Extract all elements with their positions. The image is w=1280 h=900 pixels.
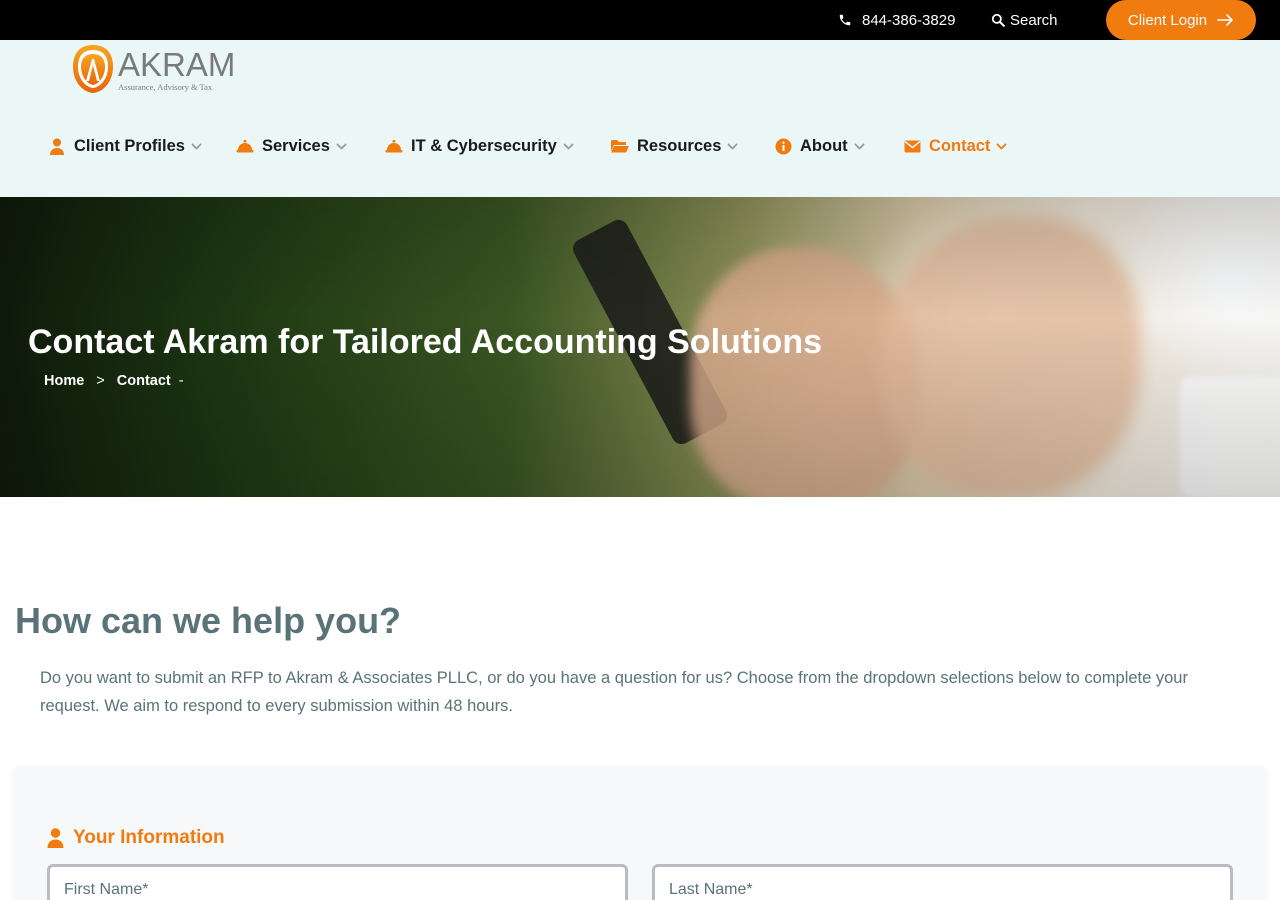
chevron-down-icon bbox=[996, 142, 1008, 150]
phone-number: 844-386-3829 bbox=[862, 11, 956, 29]
akram-logo[interactable]: AKRAM Assurance, Advisory & Tax bbox=[70, 42, 235, 97]
nav-item-it-cybersecurity[interactable]: IT & Cybersecurity bbox=[385, 134, 574, 158]
chevron-down-icon bbox=[336, 142, 347, 150]
your-information-heading: Your Information bbox=[47, 827, 225, 849]
logo-wordmark: AKRAM bbox=[118, 46, 236, 83]
breadcrumb-trailing-separator: - bbox=[178, 373, 184, 389]
chevron-down-icon bbox=[563, 142, 574, 150]
first-name-field[interactable] bbox=[47, 864, 628, 900]
client-login-button[interactable]: Client Login bbox=[1106, 0, 1256, 40]
nav-label-contact: Contact bbox=[929, 136, 991, 155]
nav-item-contact[interactable]: Contact bbox=[903, 134, 1008, 158]
search-icon bbox=[991, 13, 1005, 27]
your-information-label: Your Information bbox=[73, 827, 225, 848]
phone-icon bbox=[839, 14, 851, 26]
nav-item-about[interactable]: About bbox=[774, 134, 865, 158]
top-bar: 844-386-3829 Search Client Login bbox=[0, 0, 1280, 40]
bell-icon bbox=[385, 137, 403, 155]
nav-label-client-profiles: Client Profiles bbox=[74, 136, 185, 155]
chevron-down-icon bbox=[727, 142, 738, 150]
arrow-right-icon bbox=[1217, 14, 1233, 26]
nav-label-it-cybersecurity: IT & Cybersecurity bbox=[411, 136, 557, 155]
client-login-label: Client Login bbox=[1127, 11, 1208, 29]
help-heading: How can we help you? bbox=[15, 600, 402, 641]
logo-mark-icon bbox=[73, 45, 113, 93]
nav-item-services[interactable]: Services bbox=[236, 134, 347, 158]
site-header: AKRAM Assurance, Advisory & Tax Client P… bbox=[0, 40, 1280, 197]
folder-open-icon bbox=[609, 137, 629, 155]
chevron-down-icon bbox=[854, 142, 865, 150]
phone-link[interactable]: 844-386-3829 bbox=[838, 11, 955, 29]
breadcrumb-home[interactable]: Home bbox=[44, 373, 84, 389]
help-intro-text: Do you want to submit an RFP to Akram & … bbox=[40, 669, 1188, 715]
page-title: Contact Akram for Tailored Accounting So… bbox=[28, 323, 823, 361]
search-label: Search bbox=[1010, 11, 1058, 29]
nav-item-client-profiles[interactable]: Client Profiles bbox=[48, 134, 202, 158]
breadcrumb: Home > Contact - bbox=[44, 373, 184, 389]
last-name-field[interactable] bbox=[652, 864, 1233, 900]
bell-icon bbox=[236, 137, 254, 155]
hero-banner: Contact Akram for Tailored Accounting So… bbox=[0, 197, 1280, 497]
logo-tagline: Assurance, Advisory & Tax bbox=[118, 82, 213, 92]
first-name-input[interactable] bbox=[64, 881, 582, 899]
main-nav: Client Profiles Services IT & Cybersecur… bbox=[0, 134, 1280, 158]
user-icon bbox=[47, 828, 64, 848]
nav-label-resources: Resources bbox=[637, 136, 722, 155]
breadcrumb-contact: Contact bbox=[116, 373, 171, 389]
last-name-input[interactable] bbox=[669, 881, 1187, 899]
envelope-icon bbox=[903, 137, 921, 155]
info-icon bbox=[774, 137, 792, 155]
nav-label-about: About bbox=[800, 136, 848, 155]
nav-item-resources[interactable]: Resources bbox=[609, 134, 738, 158]
breadcrumb-separator: > bbox=[96, 373, 105, 389]
user-icon bbox=[48, 137, 66, 155]
nav-label-services: Services bbox=[262, 136, 330, 155]
chevron-down-icon bbox=[191, 142, 202, 150]
search-link[interactable]: Search bbox=[991, 11, 1058, 29]
